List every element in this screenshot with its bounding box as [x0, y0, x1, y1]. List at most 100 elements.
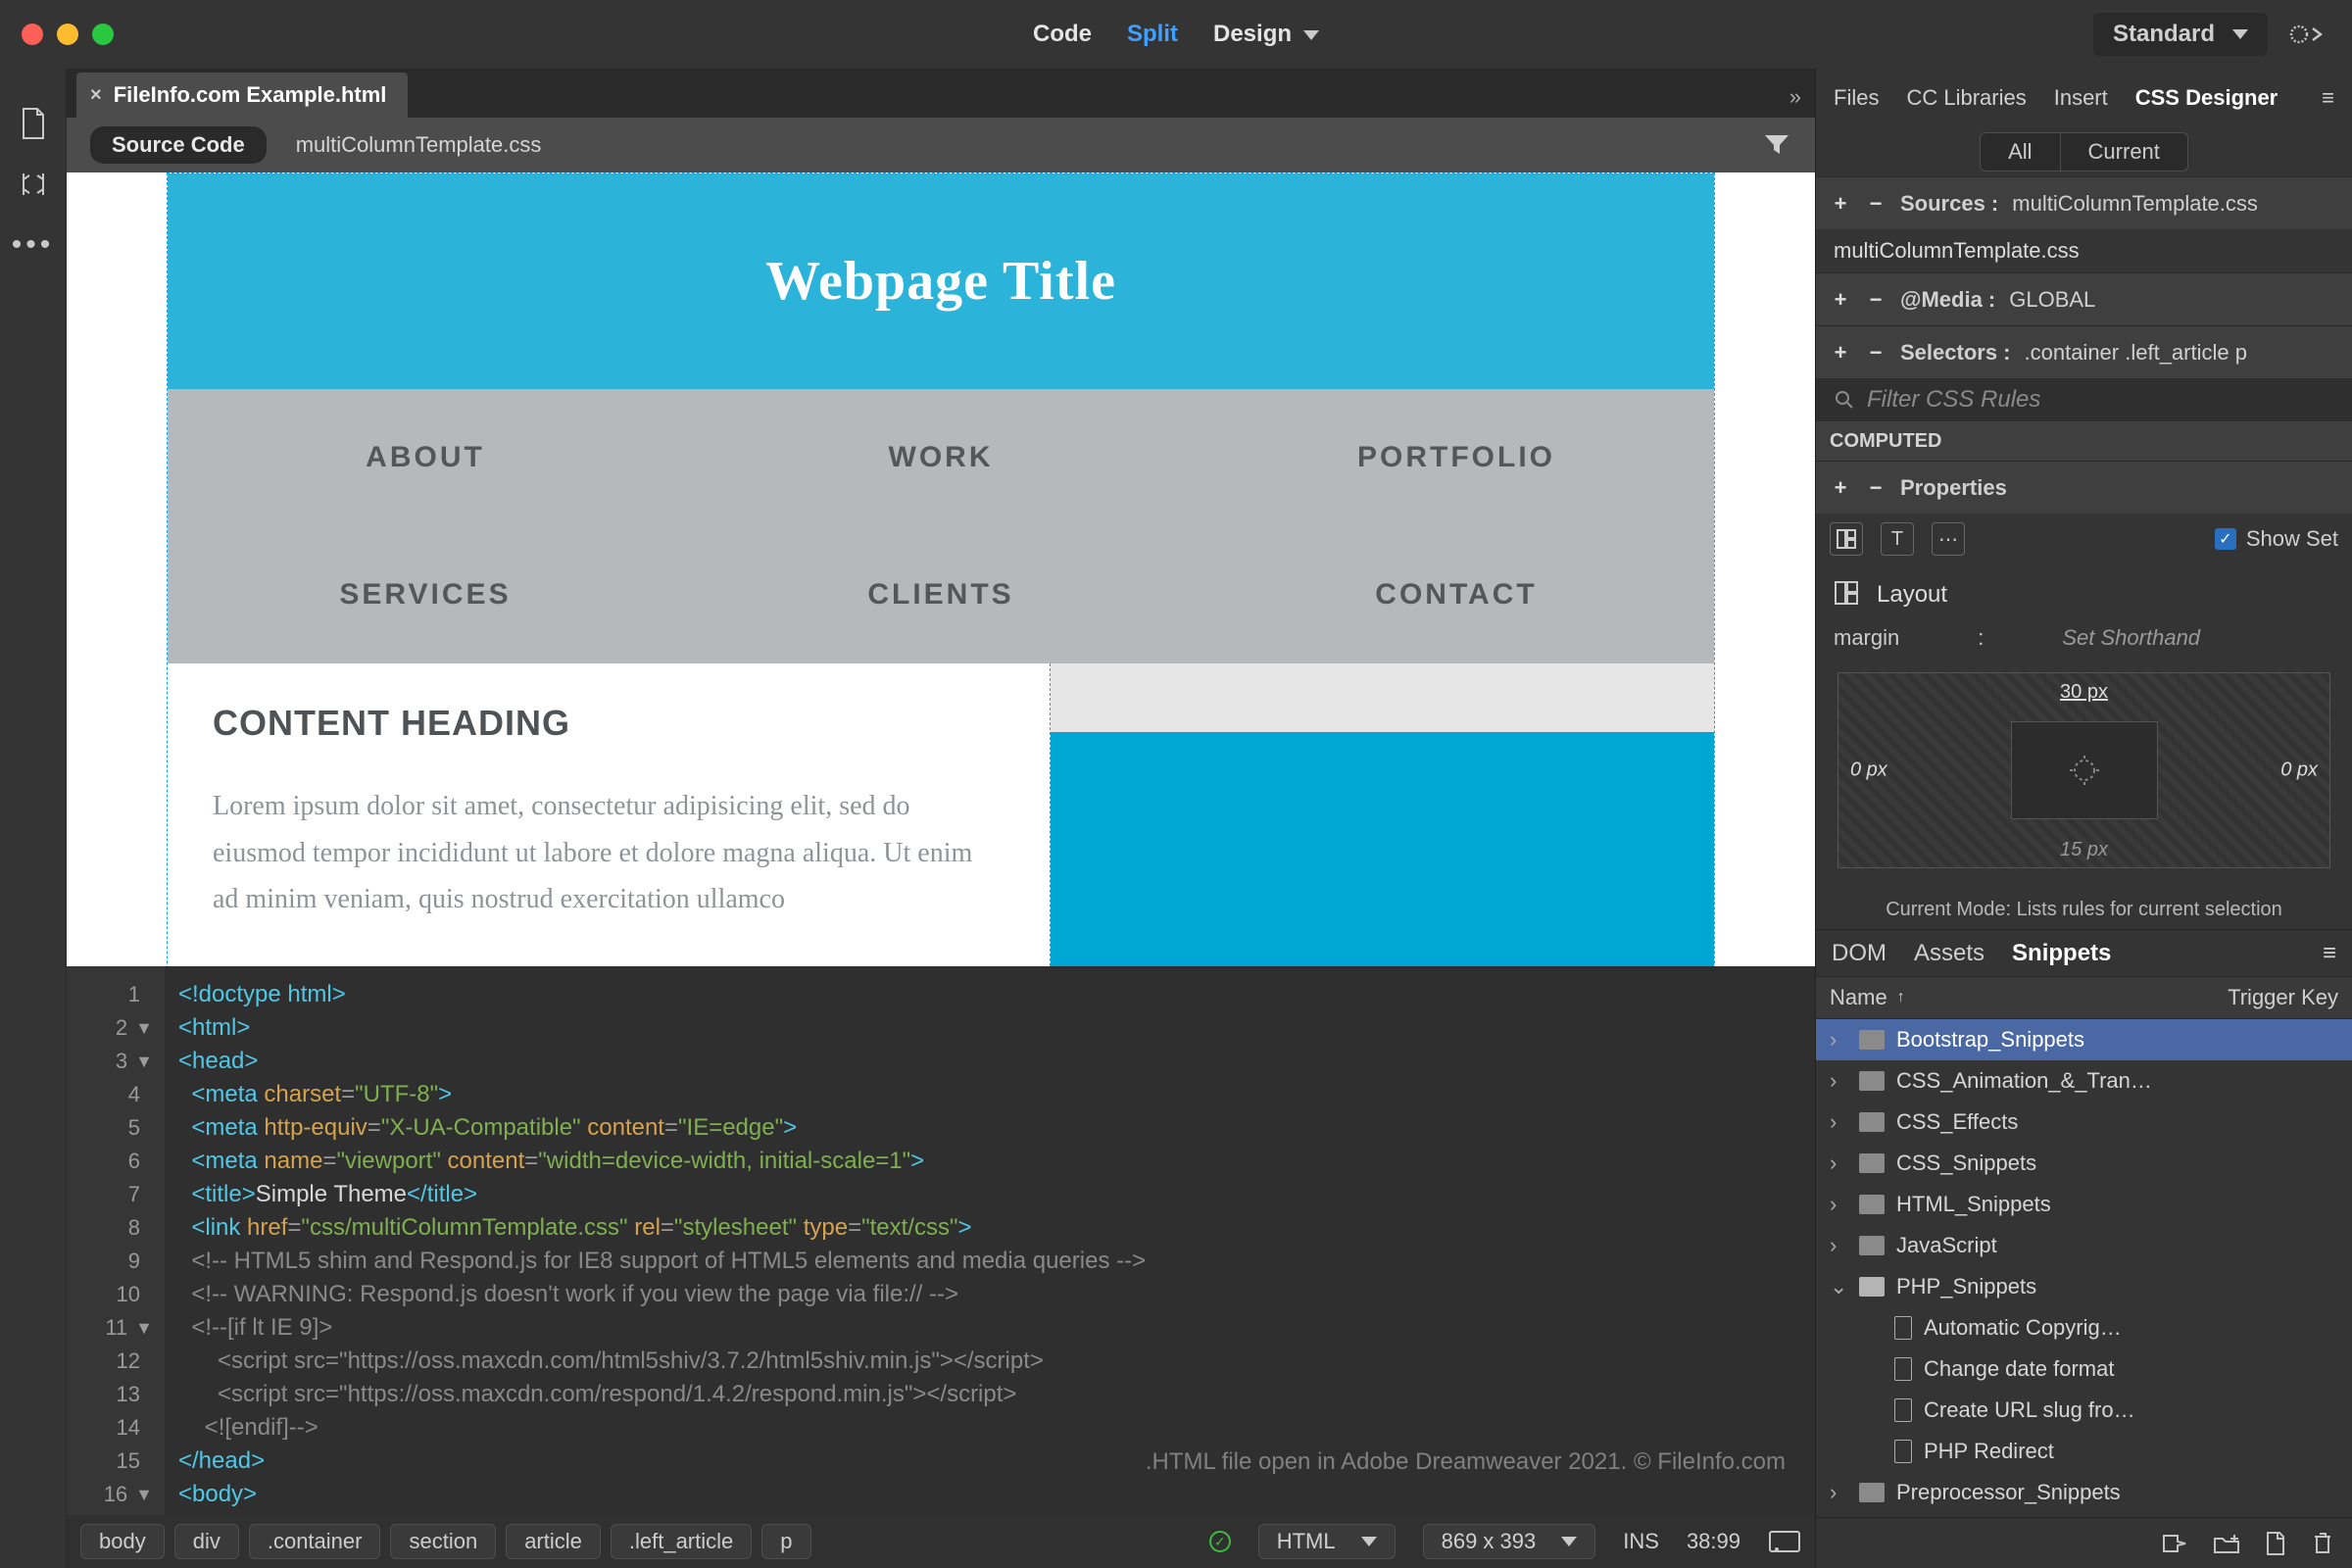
insert-snippet-icon[interactable] [2160, 1532, 2189, 1555]
breadcrumb-chip[interactable]: .left_article [611, 1524, 752, 1559]
remove-property-icon[interactable]: − [1865, 475, 1886, 501]
set-shorthand[interactable]: Set Shorthand [2062, 625, 2200, 651]
sources-section[interactable]: + − Sources : multiColumnTemplate.css [1816, 176, 2352, 229]
disclosure-icon[interactable]: ⌄ [1830, 1274, 1847, 1299]
close-window-button[interactable] [22, 24, 43, 45]
disclosure-icon[interactable] [1830, 1397, 1847, 1423]
disclosure-icon[interactable]: › [1830, 1151, 1847, 1176]
current-button[interactable]: Current [2061, 132, 2188, 172]
disclosure-icon[interactable] [1830, 1439, 1847, 1464]
remove-media-icon[interactable]: − [1865, 287, 1886, 313]
add-selector-icon[interactable]: + [1830, 340, 1851, 366]
filter-icon[interactable] [1762, 130, 1791, 160]
live-preview[interactable]: Webpage Title ABOUT WORK PORTFOLIO SERVI… [67, 172, 1815, 966]
text-category-icon[interactable]: T [1881, 522, 1914, 556]
snippet-label: PHP Redirect [1924, 1439, 2054, 1464]
workspace-switcher[interactable]: Standard [2093, 13, 2268, 56]
snippet-item[interactable]: ›CSS_Animation_&_Tran… [1816, 1060, 2352, 1102]
remove-source-icon[interactable]: − [1865, 191, 1886, 217]
source-item[interactable]: multiColumnTemplate.css [1816, 229, 2352, 272]
more-icon[interactable]: ••• [18, 229, 49, 261]
snippet-item[interactable]: ›Preprocessor_Snippets [1816, 1472, 2352, 1513]
disclosure-icon[interactable]: › [1830, 1109, 1847, 1135]
document-tab[interactable]: × FileInfo.com Example.html [76, 73, 408, 118]
disclosure-icon[interactable]: › [1830, 1233, 1847, 1258]
all-button[interactable]: All [1980, 132, 2060, 172]
tab-assets[interactable]: Assets [1914, 940, 1984, 967]
snippet-item[interactable]: ›CSS_Effects [1816, 1102, 2352, 1143]
breadcrumb-chip[interactable]: section [390, 1524, 496, 1559]
maximize-window-button[interactable] [92, 24, 114, 45]
panel-menu-icon[interactable]: ≡ [2322, 85, 2334, 111]
bottom-panel-menu-icon[interactable]: ≡ [2323, 940, 2336, 967]
panel-tab-cssdesigner[interactable]: CSS Designer [2135, 85, 2278, 111]
snippet-item[interactable]: ›JavaScript [1816, 1225, 2352, 1266]
snippets-list[interactable]: ›Bootstrap_Snippets›CSS_Animation_&_Tran… [1816, 1019, 2352, 1517]
add-source-icon[interactable]: + [1830, 191, 1851, 217]
margin-top-value[interactable]: 30 px [2060, 681, 2108, 704]
layout-category-icon[interactable] [1830, 522, 1863, 556]
breadcrumb-chip[interactable]: body [80, 1524, 165, 1559]
margin-box-editor[interactable]: 30 px 0 px 0 px 15 px [1838, 672, 2330, 868]
file-icon[interactable] [18, 108, 49, 139]
snippet-item[interactable]: Create URL slug fro… [1816, 1390, 2352, 1431]
selectors-section[interactable]: + − Selectors : .container .left_article… [1816, 325, 2352, 378]
breadcrumb-chip[interactable]: article [506, 1524, 601, 1559]
snippets-header[interactable]: Name ↑ Trigger Key [1816, 976, 2352, 1019]
add-media-icon[interactable]: + [1830, 287, 1851, 313]
sync-settings-icon[interactable] [2287, 21, 2327, 48]
margin-bottom-value[interactable]: 15 px [2060, 839, 2108, 861]
view-code-tab[interactable]: Code [1033, 21, 1092, 48]
panel-tab-files[interactable]: Files [1834, 85, 1879, 111]
overflow-icon[interactable]: » [1789, 84, 1815, 118]
disclosure-icon[interactable]: › [1830, 1068, 1847, 1094]
no-errors-icon[interactable]: ✓ [1209, 1531, 1231, 1552]
snippet-item[interactable]: Change date format [1816, 1348, 2352, 1390]
close-tab-icon[interactable]: × [90, 84, 102, 107]
panel-tab-insert[interactable]: Insert [2054, 85, 2108, 111]
snippet-item[interactable]: ⌄PHP_Snippets [1816, 1266, 2352, 1307]
window-size-select[interactable]: 869 x 393 [1423, 1524, 1596, 1559]
disclosure-icon[interactable] [1830, 1315, 1847, 1341]
breadcrumb-chip[interactable]: div [174, 1524, 239, 1559]
source-code-pill[interactable]: Source Code [90, 126, 267, 164]
disclosure-icon[interactable] [1830, 1356, 1847, 1382]
new-snippet-icon[interactable] [2264, 1531, 2287, 1556]
link-margins-icon[interactable] [2011, 721, 2158, 819]
more-category-icon[interactable]: ⋯ [1932, 522, 1965, 556]
filter-css-input[interactable]: Filter CSS Rules [1816, 378, 2352, 421]
related-css-file[interactable]: multiColumnTemplate.css [296, 132, 542, 158]
properties-section[interactable]: + − Properties [1816, 461, 2352, 514]
disclosure-icon[interactable]: › [1830, 1480, 1847, 1505]
snippet-item[interactable]: ›HTML_Snippets [1816, 1184, 2352, 1225]
tab-dom[interactable]: DOM [1832, 940, 1886, 967]
code-lines[interactable]: <!doctype html><html><head> <meta charse… [165, 966, 1815, 1515]
margin-right-value[interactable]: 0 px [2280, 760, 2318, 782]
computed-header[interactable]: COMPUTED [1816, 421, 2352, 461]
view-design-tab[interactable]: Design [1213, 21, 1319, 48]
show-set-checkbox[interactable]: ✓ [2215, 528, 2236, 550]
snippet-item[interactable]: ›CSS_Snippets [1816, 1143, 2352, 1184]
minimize-window-button[interactable] [57, 24, 78, 45]
delete-snippet-icon[interactable] [2311, 1531, 2334, 1556]
snippet-item[interactable]: PHP Redirect [1816, 1431, 2352, 1472]
view-split-tab[interactable]: Split [1127, 21, 1178, 48]
breadcrumb-chip[interactable]: .container [249, 1524, 381, 1559]
breadcrumb-chip[interactable]: p [761, 1524, 810, 1559]
new-snippet-folder-icon[interactable] [2213, 1533, 2240, 1554]
media-section[interactable]: + − @Media : GLOBAL [1816, 272, 2352, 325]
disclosure-icon[interactable]: › [1830, 1027, 1847, 1053]
disclosure-icon[interactable]: › [1830, 1192, 1847, 1217]
margin-left-value[interactable]: 0 px [1850, 760, 1887, 782]
manage-sites-icon[interactable] [18, 169, 49, 200]
doc-type-select[interactable]: HTML [1258, 1524, 1396, 1559]
preview-in-browser-icon[interactable] [1768, 1528, 1801, 1555]
add-property-icon[interactable]: + [1830, 475, 1851, 501]
snippet-item[interactable]: Automatic Copyrig… [1816, 1307, 2352, 1348]
snippet-item[interactable]: ›Bootstrap_Snippets [1816, 1019, 2352, 1060]
code-view[interactable]: 1 2▼3▼4 5 6 7 8 9 10 11▼12 13 14 15 16▼1… [67, 966, 1815, 1515]
remove-selector-icon[interactable]: − [1865, 340, 1886, 366]
panel-tab-cclibraries[interactable]: CC Libraries [1906, 85, 2026, 111]
tag-selector-breadcrumb[interactable]: bodydiv .container section article .left_art… [80, 1524, 811, 1559]
tab-snippets[interactable]: Snippets [2012, 940, 2111, 967]
